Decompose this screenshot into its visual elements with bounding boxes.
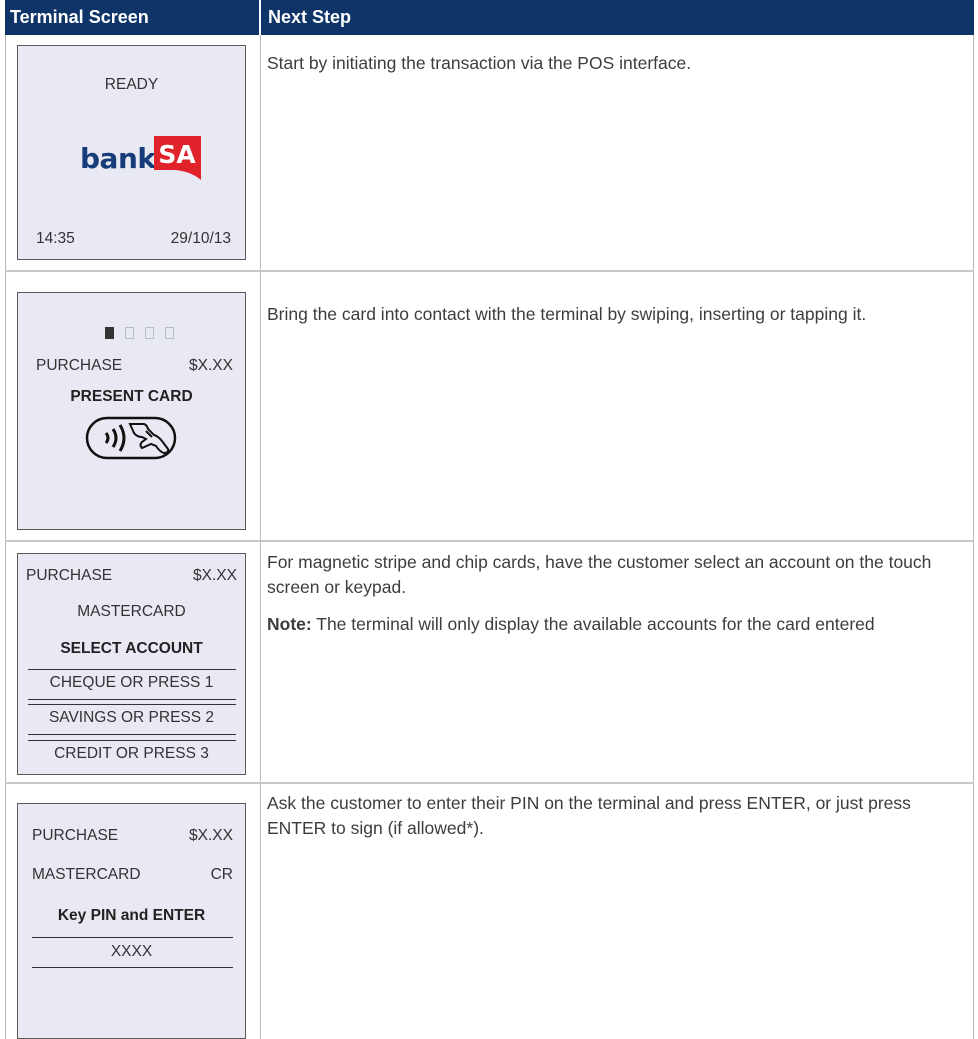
card-name: MASTERCARD [32, 866, 141, 883]
progress-step [125, 327, 134, 339]
prompt-text: Key PIN and ENTER [57, 907, 206, 924]
amount-text: $X.XX [193, 567, 237, 584]
terminal-screen-present-card: PURCHASE $X.XX PRESENT CARD [17, 292, 246, 530]
pin-entry-field[interactable]: XXXX [18, 943, 245, 961]
terminal-screen-ready: READY bank SA 14:35 29/10/13 [17, 45, 246, 260]
table-border-left [5, 35, 6, 1039]
step-description: Ask the customer to enter their PIN on t… [267, 793, 911, 838]
row-divider [5, 540, 974, 542]
terminal-screen-select-account: PURCHASE $X.XX MASTERCARD SELECT ACCOUNT… [17, 553, 246, 775]
table-border-right [973, 35, 974, 1039]
progress-step [145, 327, 154, 339]
date-text: 29/10/13 [170, 230, 231, 247]
time-text: 14:35 [36, 230, 75, 247]
instructions-table: Terminal Screen Next Step READY bank SA … [5, 0, 974, 1039]
bank-logo: bank SA [80, 136, 201, 186]
divider [32, 937, 233, 938]
purchase-label: PURCHASE [26, 567, 113, 584]
account-type: CR [210, 866, 233, 883]
prompt-text: PRESENT CARD [70, 388, 193, 405]
column-divider [260, 35, 261, 1039]
header-terminal-screen: Terminal Screen [5, 0, 259, 35]
divider [32, 967, 233, 968]
divider [28, 734, 236, 735]
terminal-screen-key-pin: PURCHASE $X.XX MASTERCARD CR Key PIN and… [17, 803, 246, 1039]
step-note: Note: The terminal will only display the… [267, 612, 957, 637]
step-text-3: For magnetic stripe and chip cards, have… [267, 550, 957, 649]
logo-bank-text: bank [80, 142, 156, 175]
divider [28, 669, 236, 670]
step-description: Bring the card into contact with the ter… [267, 304, 867, 324]
note-label: Note: [267, 614, 312, 634]
step-description: For magnetic stripe and chip cards, have… [267, 552, 932, 597]
logo-sa-text: SA [158, 140, 196, 169]
progress-step-active [105, 327, 114, 339]
step-description: Start by initiating the transaction via … [267, 53, 692, 73]
step-text-1: Start by initiating the transaction via … [267, 51, 957, 88]
row-divider [5, 270, 974, 272]
divider [28, 704, 236, 705]
progress-step [165, 327, 174, 339]
prompt-text: SELECT ACCOUNT [60, 640, 203, 657]
amount-text: $X.XX [189, 827, 233, 844]
divider [28, 740, 236, 741]
amount-text: $X.XX [189, 357, 233, 374]
header-next-step-label: Next Step [268, 7, 352, 27]
purchase-label: PURCHASE [32, 827, 119, 844]
card-name: MASTERCARD [77, 603, 186, 620]
step-text-2: Bring the card into contact with the ter… [267, 302, 957, 339]
step-text-4: Ask the customer to enter their PIN on t… [267, 791, 957, 853]
note-text: The terminal will only display the avail… [311, 614, 875, 634]
account-option-cheque[interactable]: CHEQUE OR PRESS 1 [18, 674, 245, 692]
logo-sa-badge: SA [154, 136, 201, 180]
account-option-savings[interactable]: SAVINGS OR PRESS 2 [18, 709, 245, 727]
header-next-step: Next Step [261, 0, 974, 35]
purchase-label: PURCHASE [36, 357, 123, 374]
row-divider [5, 782, 974, 784]
divider [28, 699, 236, 700]
progress-indicator [105, 326, 185, 340]
status-text: READY [104, 76, 159, 93]
contactless-icon [85, 416, 177, 460]
account-option-credit[interactable]: CREDIT OR PRESS 3 [18, 745, 245, 763]
header-terminal-screen-label: Terminal Screen [10, 7, 149, 27]
